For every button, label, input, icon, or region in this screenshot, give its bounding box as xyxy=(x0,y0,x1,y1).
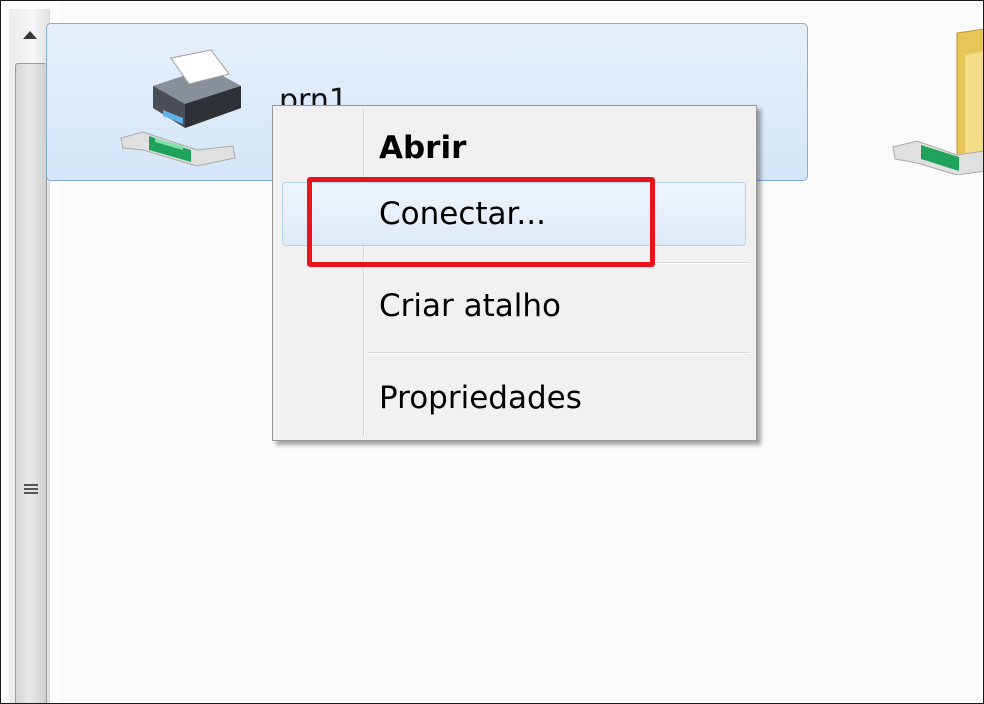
item-label-prn1: prn1 xyxy=(279,84,348,106)
vertical-scrollbar[interactable] xyxy=(9,9,50,703)
explorer-window: prn1 Abrir Conectar... Criar atalho Prop… xyxy=(0,0,984,704)
context-menu: Abrir Conectar... Criar atalho Proprieda… xyxy=(272,105,757,441)
network-folder-icon xyxy=(892,28,983,175)
scroll-up-arrow-icon[interactable] xyxy=(9,17,49,57)
grip-icon xyxy=(24,482,38,496)
menu-item-propriedades[interactable]: Propriedades xyxy=(379,378,582,418)
menu-item-abrir[interactable]: Abrir xyxy=(379,128,466,168)
scroll-thumb[interactable] xyxy=(15,63,47,703)
menu-separator xyxy=(367,352,750,354)
menu-item-criar-atalho[interactable]: Criar atalho xyxy=(379,286,561,326)
red-annotation-box xyxy=(307,177,655,267)
menu-gutter xyxy=(363,110,365,436)
network-printer-icon xyxy=(120,49,241,167)
